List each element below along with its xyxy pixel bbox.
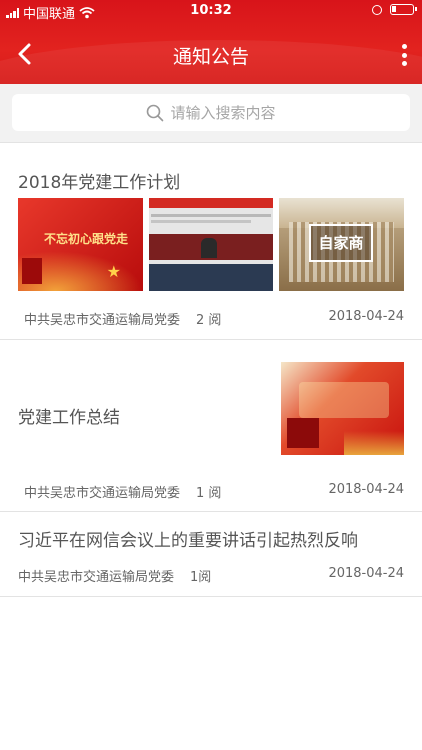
news-source: 中共吴忠市交通运输局党委 (18, 570, 175, 585)
search-icon (147, 104, 164, 121)
news-item[interactable]: 习近平在网信会议上的重要讲话引起热烈反响 中共吴忠市交通运输局党委 1阅 201… (0, 512, 422, 596)
thumbnail-caption: 不忘初心跟党走 (44, 232, 129, 246)
status-time: 10:32 (190, 3, 232, 18)
news-date: 2018-04-24 (328, 309, 404, 324)
news-source: 中共吴忠市交通运输局党委 (24, 486, 181, 501)
news-thumbnail (149, 198, 273, 291)
news-title: 党建工作总结 (18, 408, 120, 428)
news-meta: 中共吴忠市交通运输局党委 1 阅 2018-04-24 (24, 482, 404, 501)
news-date: 2018-04-24 (328, 482, 404, 497)
search-input[interactable]: 请输入搜索内容 (12, 94, 410, 131)
status-bar: 中国联通 10:32 (0, 0, 422, 22)
news-read-count: 1阅 (190, 570, 212, 585)
news-read-count: 1 阅 (196, 486, 222, 501)
search-bar-area: 请输入搜索内容 (0, 84, 422, 142)
search-placeholder: 请输入搜索内容 (170, 104, 276, 122)
news-title: 习近平在网信会议上的重要讲话引起热烈反响 (18, 531, 358, 551)
news-meta: 中共吴忠市交通运输局党委 1阅 2018-04-24 (18, 566, 404, 585)
news-date: 2018-04-24 (328, 566, 404, 581)
news-thumbnail: 自家商 (279, 198, 404, 291)
news-read-count: 2 阅 (196, 313, 222, 328)
news-item[interactable]: 党建工作总结 中共吴忠市交通运输局党委 1 阅 2018-04-24 (0, 340, 422, 511)
status-right (372, 4, 417, 15)
orientation-lock-icon (372, 4, 382, 15)
battery-icon (390, 4, 417, 15)
page-title: 通知公告 (172, 46, 249, 68)
app-header: 中国联通 10:32 通知公告 (0, 0, 422, 84)
news-meta: 中共吴忠市交通运输局党委 2 阅 2018-04-24 (24, 309, 404, 328)
news-source: 中共吴忠市交通运输局党委 (24, 313, 181, 328)
more-menu-icon[interactable] (400, 44, 408, 66)
news-title: 2018年党建工作计划 (18, 173, 181, 193)
news-item[interactable]: 2018年党建工作计划 不忘初心跟党走 ★ 自家商 中共吴忠市交通运输局党委 2… (0, 143, 422, 339)
news-thumbnail (281, 362, 404, 455)
thumbnail-caption: 自家商 (309, 224, 373, 262)
divider (0, 596, 422, 597)
news-thumbnail: 不忘初心跟党走 ★ (18, 198, 143, 291)
